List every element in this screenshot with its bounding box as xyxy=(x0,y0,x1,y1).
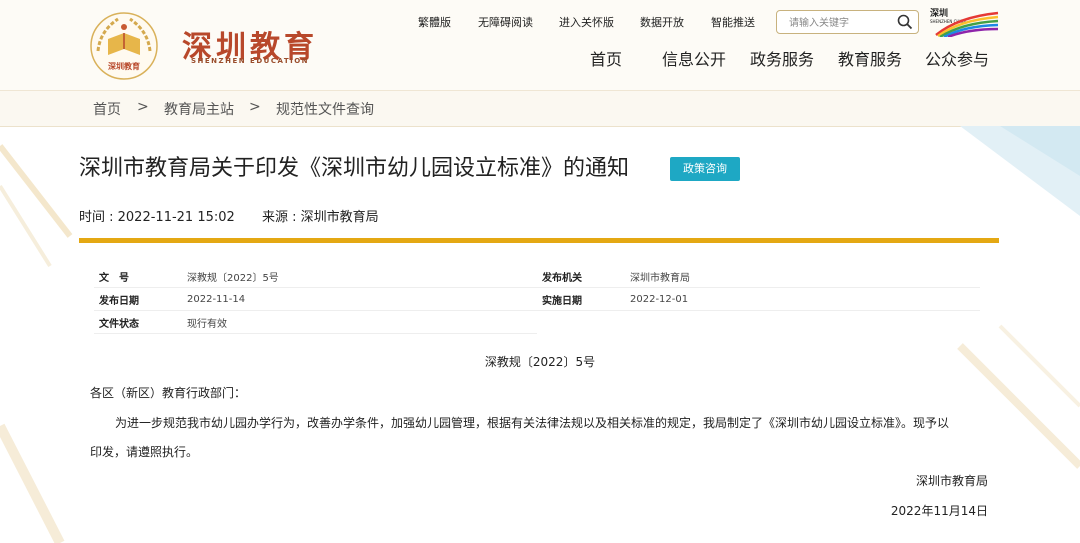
table-row: 文 号 深教规〔2022〕5号 发布机关 深圳市教育局 xyxy=(94,265,980,288)
body-paragraph-line1: 为进一步规范我市幼儿园办学行为，改善办学条件，加强幼儿园管理，根据有关法律法规以… xyxy=(115,416,950,430)
nav-education-services[interactable]: 教育服务 xyxy=(838,46,902,70)
breadcrumb-bureau-site[interactable]: 教育局主站 xyxy=(164,99,234,119)
empty-cell xyxy=(625,311,980,334)
site-logo-subtitle: SHENZHEN EDUCATION xyxy=(191,57,310,65)
breadcrumb-normative-docs[interactable]: 规范性文件查询 xyxy=(276,99,374,119)
field-value: 2022-12-01 xyxy=(625,287,980,311)
search-box xyxy=(776,10,919,35)
field-value: 2022-11-14 xyxy=(182,287,537,311)
table-row: 文件状态 现行有效 xyxy=(94,310,980,334)
svg-text:深圳: 深圳 xyxy=(930,7,948,19)
table-row: 发布日期 2022-11-14 实施日期 2022-12-01 xyxy=(94,287,980,311)
field-label: 文 号 xyxy=(94,265,182,288)
signature-date: 2022年11月14日 xyxy=(890,504,988,518)
nav-home[interactable]: 首页 xyxy=(590,46,622,70)
field-value: 深教规〔2022〕5号 xyxy=(182,265,537,288)
site-header: 深圳教育 深圳教育 SHENZHEN EDUCATION 繁體版 无障碍阅读 进… xyxy=(0,0,1080,91)
field-label: 文件状态 xyxy=(94,310,182,334)
breadcrumb-separator: > xyxy=(249,99,261,115)
link-traditional[interactable]: 繁體版 xyxy=(418,14,451,30)
field-value: 深圳市教育局 xyxy=(625,265,980,288)
breadcrumb: 首页 > 教育局主站 > 规范性文件查询 xyxy=(0,91,1080,127)
link-accessible-reading[interactable]: 无障碍阅读 xyxy=(478,14,533,30)
publish-time: 时间 : 2022-11-21 15:02 xyxy=(79,210,235,225)
document-info-table: 文 号 深教规〔2022〕5号 发布机关 深圳市教育局 发布日期 2022-11… xyxy=(94,265,980,334)
field-value: 现行有效 xyxy=(182,310,537,334)
breadcrumb-separator: > xyxy=(137,99,149,115)
link-open-data[interactable]: 数据开放 xyxy=(640,14,684,30)
nav-info-disclosure[interactable]: 信息公开 xyxy=(662,46,726,70)
nav-government-services[interactable]: 政务服务 xyxy=(750,46,814,70)
nav-public-participation[interactable]: 公众参与 xyxy=(925,46,989,70)
svg-text:深圳教育: 深圳教育 xyxy=(108,61,140,71)
shenzhen-china-logo[interactable]: 深圳 SHENZHEN CHINA xyxy=(928,7,1000,37)
field-label: 发布机关 xyxy=(537,265,625,288)
search-icon[interactable] xyxy=(896,13,914,31)
field-label: 实施日期 xyxy=(537,287,625,311)
policy-consult-badge[interactable]: 政策咨询 xyxy=(670,157,740,181)
link-care-version[interactable]: 进入关怀版 xyxy=(559,14,614,30)
empty-cell xyxy=(537,311,625,334)
breadcrumb-home[interactable]: 首页 xyxy=(93,99,121,119)
salutation: 各区（新区）教育行政部门： xyxy=(90,386,247,400)
article-source: 来源 : 深圳市教育局 xyxy=(262,210,379,225)
signature: 深圳市教育局 xyxy=(915,474,988,488)
shenzhen-education-emblem[interactable]: 深圳教育 xyxy=(88,11,160,81)
title-divider xyxy=(79,238,999,243)
search-input[interactable] xyxy=(787,12,891,35)
link-smart-push[interactable]: 智能推送 xyxy=(711,14,755,30)
document-number: 深教规〔2022〕5号 xyxy=(484,355,596,369)
article-title: 深圳市教育局关于印发《深圳市幼儿园设立标准》的通知 xyxy=(79,156,630,181)
field-label: 发布日期 xyxy=(94,287,182,311)
body-paragraph-line2: 印发，请遵照执行。 xyxy=(90,445,199,459)
